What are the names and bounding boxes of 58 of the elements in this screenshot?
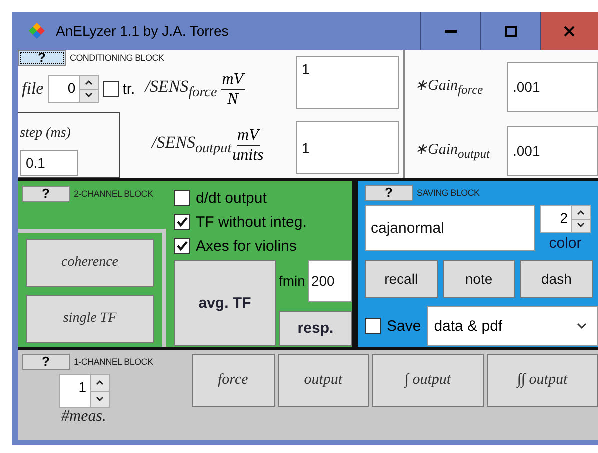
window-title: AnELyzer 1.1 by J.A. Torres — [56, 23, 230, 39]
resp-button[interactable]: resp. — [279, 311, 352, 346]
plot-button[interactable]: ∫∫ output — [486, 354, 598, 407]
help-button[interactable]: ? — [22, 186, 70, 202]
block-title: 1-CHANNEL BLOCK — [74, 357, 154, 367]
name-field[interactable]: cajanormal — [365, 205, 535, 251]
checkbox[interactable] — [174, 238, 190, 254]
sens-force-label: /SENS$_{force}$ — [145, 76, 218, 102]
sens-output-field[interactable]: 1 — [296, 121, 399, 174]
gain-field[interactable]: .001 — [507, 62, 598, 112]
file-label: file — [22, 79, 44, 99]
block-title: CONDITIONING BLOCK — [70, 53, 164, 63]
maximize-icon — [504, 26, 516, 36]
checkbox[interactable] — [365, 318, 381, 334]
fraction-numerator: mV — [236, 126, 260, 146]
block-title: 2-CHANNEL BLOCK — [74, 189, 154, 199]
plot-button[interactable]: force — [192, 354, 275, 407]
app-logo-icon — [28, 22, 46, 40]
plot-button[interactable]: output — [278, 354, 369, 407]
chevron-down-icon — [577, 323, 587, 329]
gain-field[interactable]: .001 — [507, 126, 598, 176]
step-label: step (ms) — [20, 126, 72, 142]
plot-button[interactable]: ∫ output — [372, 354, 484, 407]
gain-label: ∗Gain$_{force}$ — [414, 77, 484, 98]
analysis-button[interactable]: coherence — [26, 239, 154, 287]
checkmark-icon — [176, 241, 188, 251]
sens-output-label: /SENS$_{output}$ — [152, 132, 232, 158]
help-button[interactable]: ? — [18, 50, 66, 66]
sens-force-field[interactable]: 1 — [296, 56, 399, 109]
fraction-numerator: mV — [221, 70, 245, 90]
help-button[interactable]: ? — [22, 354, 70, 370]
checkbox-label: d/dt output — [196, 190, 267, 206]
fmin-field[interactable]: 200 — [308, 260, 352, 302]
color-label: color — [549, 235, 582, 252]
minimize-icon — [444, 30, 456, 32]
checkbox[interactable] — [102, 81, 119, 97]
checkbox[interactable] — [174, 214, 190, 230]
checkbox-label: tr. — [122, 80, 136, 98]
gain-label: ∗Gain$_{output}$ — [414, 141, 492, 162]
checkbox[interactable] — [174, 190, 190, 206]
block-title: SAVING BLOCK — [417, 188, 480, 198]
checkbox-label: Axes for violins — [196, 238, 297, 254]
fmin-label: fmin — [279, 273, 306, 289]
avg-tf-button[interactable]: avg. TF — [174, 260, 276, 346]
help-button[interactable]: ? — [365, 185, 413, 201]
save-option-button[interactable]: recall — [365, 260, 438, 298]
fraction-denominator: units — [232, 146, 265, 164]
checkbox-label: Save — [387, 318, 422, 334]
checkbox-label: TF without integ. — [196, 214, 307, 230]
save-option-button[interactable]: dash — [520, 260, 594, 298]
analysis-button[interactable]: single TF — [26, 295, 154, 343]
fraction-denominator: N — [226, 90, 240, 108]
format-dropdown[interactable]: data & pdf — [427, 306, 598, 346]
checkmark-icon — [176, 217, 188, 227]
meas-label: #meas. — [62, 408, 106, 426]
save-option-button[interactable]: note — [442, 260, 516, 298]
close-icon — [564, 26, 575, 36]
step-field[interactable]: 0.1 — [20, 150, 78, 176]
